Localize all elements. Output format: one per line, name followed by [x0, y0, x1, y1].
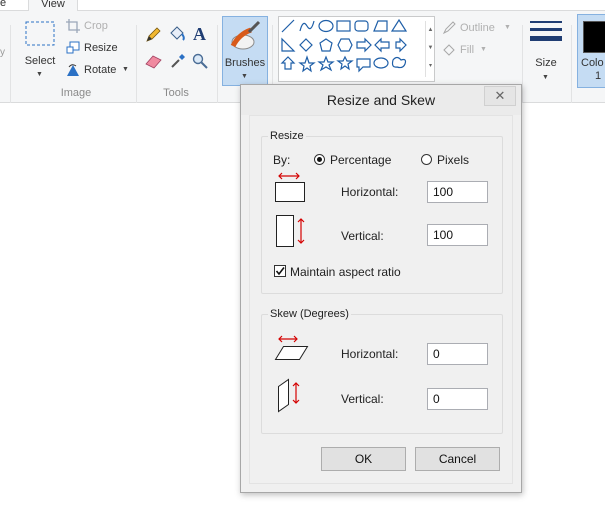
resize-horizontal-label: Horizontal:	[341, 185, 399, 199]
rotate-button[interactable]: Rotate ▼	[66, 61, 132, 79]
size-line-2	[530, 28, 562, 31]
resize-button[interactable]: Resize	[66, 39, 126, 57]
resize-vertical-icon	[276, 215, 305, 247]
size-line-3	[530, 36, 562, 41]
outline-dropdown-icon: ▼	[504, 24, 511, 31]
tab-home-label: e	[0, 0, 7, 9]
skew-group-legend: Skew (Degrees)	[270, 308, 349, 320]
clipboard-group-edge: y	[0, 47, 5, 58]
fill-button[interactable]: Fill ▼	[440, 41, 500, 59]
fill-bucket-icon[interactable]	[168, 25, 186, 43]
shapes-gallery-icons	[280, 18, 408, 73]
shapes-gallery-scroll[interactable]: ▲ ▼ ▾	[425, 21, 435, 77]
resize-label: Resize	[84, 42, 118, 54]
skew-vertical-icon	[278, 378, 300, 413]
pixels-radio[interactable]: Pixels	[421, 152, 481, 168]
tab-view-label: View	[41, 0, 65, 10]
outline-label: Outline	[460, 22, 495, 34]
ribbon-separator	[571, 25, 572, 109]
tab-home[interactable]: e	[0, 0, 10, 10]
pencil-icon[interactable]	[145, 27, 161, 43]
crop-button[interactable]: Crop	[66, 17, 126, 35]
skew-horizontal-icon	[274, 335, 309, 360]
select-rectangle-icon	[25, 21, 55, 46]
size-label: Size	[535, 57, 557, 69]
close-icon: ✕	[494, 88, 506, 103]
ribbon-separator	[217, 25, 218, 109]
dialog-title: Resize and Skew	[326, 92, 436, 108]
size-line-1	[530, 21, 562, 23]
rotate-label: Rotate	[84, 64, 117, 76]
size-button[interactable]: Size ▼	[527, 19, 565, 87]
dialog-body: Resize By: Percentage Pixels Horizontal:…	[249, 115, 513, 484]
crop-label: Crop	[84, 20, 108, 32]
select-label: Select	[24, 55, 56, 67]
resize-icon	[66, 41, 80, 54]
pixels-radio-dot	[421, 154, 432, 165]
resize-horizontal-icon	[275, 172, 305, 202]
ribbon-separator	[522, 25, 523, 109]
color1-number: 1	[595, 70, 602, 82]
fill-dropdown-icon: ▼	[480, 46, 487, 53]
outline-button[interactable]: Outline ▼	[440, 19, 520, 37]
color-picker-icon[interactable]	[170, 53, 186, 69]
fill-icon	[443, 44, 455, 56]
fill-label: Fill	[460, 44, 475, 56]
skew-horizontal-input[interactable]	[427, 343, 488, 365]
checkmark-icon	[275, 267, 285, 276]
resize-skew-dialog: Resize and Skew ✕ Resize By: Percentage …	[240, 84, 522, 493]
image-group-label: Image	[60, 87, 92, 99]
maintain-aspect-label: Maintain aspect ratio	[290, 265, 401, 279]
close-button[interactable]: ✕	[484, 86, 516, 106]
ok-button[interactable]: OK	[321, 447, 406, 471]
select-button[interactable]: Select ▼	[18, 19, 62, 87]
skew-vertical-input[interactable]	[427, 388, 488, 410]
color1-button[interactable]: Colo 1	[577, 14, 605, 88]
pixels-label: Pixels	[437, 153, 470, 167]
color1-swatch	[583, 21, 605, 53]
resize-vertical-label: Vertical:	[341, 229, 384, 243]
ribbon-separator	[10, 25, 11, 109]
magnifier-icon[interactable]	[192, 53, 208, 69]
brush-icon	[230, 20, 261, 50]
brushes-dropdown-icon: ▼	[241, 73, 248, 80]
tab-view[interactable]: View	[28, 0, 78, 11]
shapes-gallery[interactable]: ▲ ▼ ▾	[278, 16, 435, 82]
outline-icon	[442, 21, 456, 35]
resize-vertical-input[interactable]	[427, 224, 488, 246]
crop-icon	[66, 19, 80, 33]
maintain-aspect-checkbox[interactable]: Maintain aspect ratio	[274, 264, 414, 280]
tools-group-label: Tools	[163, 87, 189, 99]
skew-vertical-label: Vertical:	[341, 392, 384, 406]
rotate-dropdown-icon: ▼	[122, 66, 129, 73]
select-dropdown-icon: ▼	[36, 71, 43, 78]
ribbon-separator	[136, 25, 137, 109]
size-dropdown-icon: ▼	[542, 74, 549, 81]
color1-label: Colo	[581, 57, 604, 69]
resize-horizontal-input[interactable]	[427, 181, 488, 203]
eraser-icon[interactable]	[145, 53, 163, 69]
by-label: By:	[273, 153, 291, 167]
text-tool-icon[interactable]: A	[193, 24, 206, 45]
checkbox-box	[274, 265, 286, 277]
dialog-title-bar[interactable]: Resize and Skew ✕	[241, 85, 521, 115]
skew-group: Skew (Degrees)	[261, 308, 503, 434]
brushes-button[interactable]: Brushes ▼	[222, 16, 268, 86]
percentage-radio[interactable]: Percentage	[314, 152, 399, 168]
rotate-icon	[67, 64, 79, 76]
cancel-button[interactable]: Cancel	[415, 447, 500, 471]
percentage-label: Percentage	[330, 153, 392, 167]
skew-horizontal-label: Horizontal:	[341, 347, 399, 361]
resize-group-legend: Resize	[270, 130, 304, 142]
percentage-radio-dot	[314, 154, 325, 165]
ribbon-tab-strip: e View	[0, 0, 605, 11]
brushes-label: Brushes	[224, 57, 266, 69]
